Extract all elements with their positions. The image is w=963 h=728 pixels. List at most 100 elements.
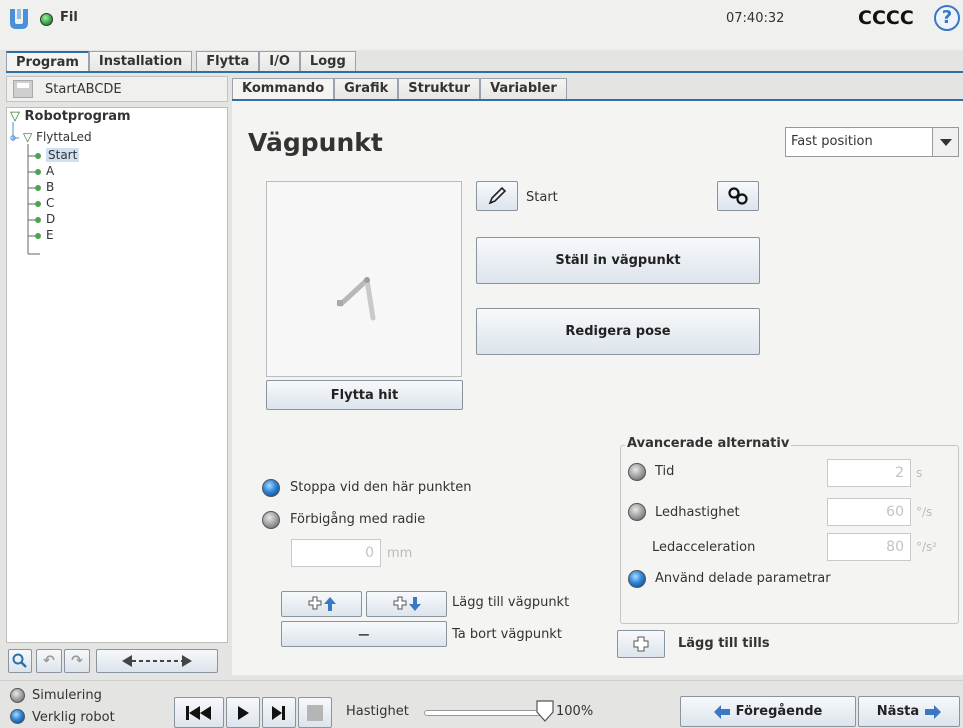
position-type-select[interactable]: Fast position bbox=[785, 127, 959, 157]
arrow-left-icon bbox=[713, 704, 730, 719]
next-button[interactable]: Nästa bbox=[858, 696, 960, 727]
tree-root[interactable]: ▽ Robotprogram bbox=[10, 109, 131, 124]
waypoint-icon bbox=[35, 200, 41, 207]
remove-waypoint-label: Ta bort vägpunkt bbox=[452, 627, 562, 642]
joint-speed-input[interactable]: 60 bbox=[827, 498, 911, 526]
add-after-icon bbox=[393, 596, 421, 611]
expand-icon[interactable]: ▽ bbox=[10, 109, 20, 124]
time-input[interactable]: 2 bbox=[827, 459, 911, 487]
speed-slider-track[interactable] bbox=[424, 710, 544, 716]
tree-item-c[interactable]: C bbox=[35, 196, 54, 210]
skip-back-icon bbox=[186, 705, 211, 720]
link-icon bbox=[728, 187, 748, 205]
add-waypoint-label: Lägg till vägpunkt bbox=[452, 595, 570, 610]
tree-item-e[interactable]: E bbox=[35, 228, 54, 242]
time-unit: s bbox=[916, 466, 923, 480]
time-radio[interactable] bbox=[628, 463, 646, 481]
tab-log[interactable]: Logg bbox=[299, 51, 356, 72]
tab-io[interactable]: I/O bbox=[259, 51, 300, 72]
minus-icon: − bbox=[357, 624, 371, 644]
joint-accel-input[interactable]: 80 bbox=[827, 533, 911, 561]
rename-button[interactable] bbox=[476, 181, 518, 211]
chevron-down-icon bbox=[940, 139, 952, 146]
robot-arm-icon bbox=[337, 277, 376, 321]
program-file-name: StartABCDE bbox=[45, 81, 122, 97]
stop-button[interactable] bbox=[298, 697, 332, 728]
move-arrows-icon bbox=[122, 655, 192, 667]
waypoint-icon bbox=[35, 184, 41, 191]
tab-variables[interactable]: Variabler bbox=[480, 78, 567, 99]
speed-value: 100% bbox=[556, 704, 594, 719]
blend-radius-radio[interactable] bbox=[262, 511, 280, 529]
add-until-label: Lägg till tills bbox=[678, 636, 770, 651]
joint-speed-unit: °/s bbox=[916, 505, 933, 519]
save-icon[interactable] bbox=[13, 80, 33, 98]
joint-accel-label: Ledacceleration bbox=[652, 540, 756, 555]
add-before-icon bbox=[308, 596, 336, 611]
tree-item-b[interactable]: B bbox=[35, 180, 54, 194]
cut-move-button[interactable] bbox=[96, 649, 218, 673]
program-tree: ▽ Robotprogram ▽ FlyttaLed Start A B C D… bbox=[6, 107, 228, 643]
rewind-button[interactable] bbox=[174, 697, 224, 728]
tab-structure[interactable]: Struktur bbox=[398, 78, 481, 99]
undo-icon: ↶ bbox=[43, 653, 55, 669]
advanced-options-title: Avancerade alternativ bbox=[625, 436, 792, 451]
joint-speed-label: Ledhastighet bbox=[655, 505, 740, 520]
main-tab-bar: Program Installation Flytta I/O Logg bbox=[6, 50, 963, 72]
tab-command[interactable]: Kommando bbox=[232, 78, 335, 99]
blend-radius-input[interactable]: 0 bbox=[291, 539, 381, 567]
tab-graphics[interactable]: Grafik bbox=[334, 78, 399, 99]
speed-slider-handle[interactable] bbox=[536, 700, 554, 722]
search-icon bbox=[12, 653, 27, 668]
tree-item-start[interactable]: Start bbox=[35, 148, 80, 162]
robot-name: CCCC bbox=[858, 7, 914, 29]
shared-params-label: Använd delade parametrar bbox=[655, 571, 831, 586]
file-menu[interactable]: Fil bbox=[60, 10, 78, 25]
remove-waypoint-button[interactable]: − bbox=[281, 621, 447, 647]
help-icon[interactable]: ? bbox=[934, 5, 960, 31]
simulation-label: Simulering bbox=[32, 688, 102, 703]
tab-program[interactable]: Program bbox=[6, 51, 89, 72]
sub-tab-bar: Kommando Grafik Struktur Variabler bbox=[232, 78, 567, 99]
tab-underline bbox=[6, 71, 963, 73]
tree-toolbar: ↶ ↷ bbox=[6, 647, 228, 677]
play-button[interactable] bbox=[226, 697, 260, 728]
set-waypoint-button[interactable]: Ställ in vägpunkt bbox=[476, 237, 760, 284]
redo-button[interactable]: ↷ bbox=[64, 649, 90, 673]
real-robot-radio[interactable] bbox=[10, 709, 25, 724]
real-robot-label: Verklig robot bbox=[32, 710, 115, 725]
undo-button[interactable]: ↶ bbox=[36, 649, 62, 673]
link-button[interactable] bbox=[717, 181, 759, 211]
pencil-icon bbox=[488, 186, 507, 205]
blend-radius-label: Förbigång med radie bbox=[290, 512, 426, 527]
simulation-radio[interactable] bbox=[10, 688, 25, 703]
play-icon bbox=[238, 705, 249, 720]
speed-label: Hastighet bbox=[346, 704, 409, 719]
stop-at-point-radio[interactable] bbox=[262, 479, 280, 497]
step-forward-icon bbox=[272, 705, 285, 720]
tab-move[interactable]: Flytta bbox=[196, 51, 260, 72]
waypoint-name: Start bbox=[526, 190, 558, 205]
ur-logo-icon bbox=[8, 7, 30, 31]
arrow-right-icon bbox=[925, 704, 942, 719]
edit-pose-button[interactable]: Redigera pose bbox=[476, 308, 760, 355]
tab-installation[interactable]: Installation bbox=[88, 51, 193, 72]
time-label: Tid bbox=[655, 464, 675, 479]
tree-item-a[interactable]: A bbox=[35, 164, 54, 178]
add-waypoint-after-button[interactable] bbox=[366, 591, 447, 617]
tree-folder[interactable]: ▽ FlyttaLed bbox=[23, 130, 92, 144]
file-bar: StartABCDE bbox=[6, 76, 228, 102]
add-until-button[interactable] bbox=[617, 630, 665, 658]
add-waypoint-before-button[interactable] bbox=[281, 591, 362, 617]
joint-speed-radio[interactable] bbox=[628, 503, 646, 521]
tree-item-d[interactable]: D bbox=[35, 212, 55, 226]
previous-button[interactable]: Föregående bbox=[680, 696, 856, 727]
shared-params-radio[interactable] bbox=[628, 570, 646, 588]
search-button[interactable] bbox=[8, 649, 32, 673]
status-indicator-icon bbox=[40, 13, 53, 26]
step-button[interactable] bbox=[262, 697, 296, 728]
move-here-button[interactable]: Flytta hit bbox=[266, 380, 463, 410]
waypoint-icon bbox=[35, 216, 41, 223]
expand-icon[interactable]: ▽ bbox=[23, 130, 32, 144]
joint-accel-unit: °/s² bbox=[916, 540, 938, 554]
